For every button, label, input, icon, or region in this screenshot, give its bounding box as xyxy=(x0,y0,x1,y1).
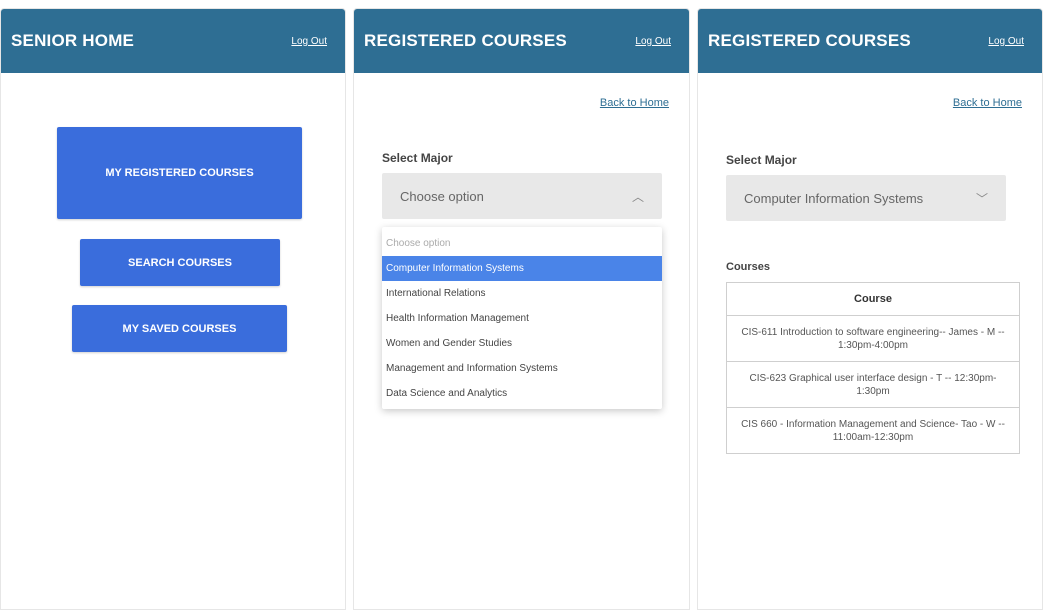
chevron-up-icon: ︿ xyxy=(631,189,644,204)
back-to-home-link[interactable]: Back to Home xyxy=(953,97,1022,109)
dropdown-option[interactable]: Women and Gender Studies xyxy=(382,331,662,356)
table-row: CIS-623 Graphical user interface design … xyxy=(726,361,1020,408)
logout-link[interactable]: Log Out xyxy=(635,36,671,47)
page-title: SENIOR HOME xyxy=(11,31,135,50)
logout-link[interactable]: Log Out xyxy=(291,36,327,47)
search-courses-button[interactable]: SEARCH COURSES xyxy=(80,239,280,286)
dropdown-option[interactable]: Health Information Management xyxy=(382,306,662,331)
registered-courses-list-screen: REGISTERED COURSES Log Out Back to Home … xyxy=(697,8,1043,610)
page-title: REGISTERED COURSES xyxy=(364,31,567,50)
app-bar: REGISTERED COURSES Log Out xyxy=(354,9,689,73)
app-bar: REGISTERED COURSES Log Out xyxy=(698,9,1042,73)
table-row: CIS 660 - Information Management and Sci… xyxy=(726,407,1020,454)
select-value: Computer Information Systems xyxy=(744,190,924,206)
course-cell: CIS-623 Graphical user interface design … xyxy=(726,361,1020,408)
app-bar: SENIOR HOME Log Out xyxy=(1,9,345,73)
dropdown-option[interactable]: Computer Information Systems xyxy=(382,256,662,281)
registered-courses-dropdown-screen: REGISTERED COURSES Log Out Back to Home … xyxy=(353,8,690,610)
dropdown-option[interactable]: Choose option xyxy=(382,231,662,256)
chevron-down-icon: ﹀ xyxy=(975,191,988,206)
my-registered-courses-button[interactable]: MY REGISTERED COURSES xyxy=(57,127,302,219)
major-dropdown-list: Choose option Computer Information Syste… xyxy=(382,227,662,409)
my-saved-courses-button[interactable]: MY SAVED COURSES xyxy=(72,305,287,352)
course-cell: CIS 660 - Information Management and Sci… xyxy=(726,407,1020,454)
course-cell: CIS-611 Introduction to software enginee… xyxy=(726,315,1020,362)
logout-link[interactable]: Log Out xyxy=(988,36,1024,47)
back-to-home-link[interactable]: Back to Home xyxy=(600,97,669,109)
select-value: Choose option xyxy=(400,188,484,204)
courses-table: Course CIS-611 Introduction to software … xyxy=(726,282,1020,454)
page-title: REGISTERED COURSES xyxy=(708,31,911,50)
table-header-row: Course xyxy=(726,282,1020,316)
senior-home-screen: SENIOR HOME Log Out MY REGISTERED COURSE… xyxy=(0,8,346,610)
select-major-label: Select Major xyxy=(382,151,453,165)
table-row: CIS-611 Introduction to software enginee… xyxy=(726,315,1020,362)
dropdown-option[interactable]: International Relations xyxy=(382,281,662,306)
major-select[interactable]: Computer Information Systems ﹀ xyxy=(726,175,1006,221)
courses-label: Courses xyxy=(726,261,771,273)
dropdown-option[interactable]: Management and Information Systems xyxy=(382,356,662,381)
column-header-course: Course xyxy=(726,282,1020,316)
dropdown-option[interactable]: Data Science and Analytics xyxy=(382,381,662,406)
major-select[interactable]: Choose option ︿ xyxy=(382,173,662,219)
select-major-label: Select Major xyxy=(726,153,797,167)
